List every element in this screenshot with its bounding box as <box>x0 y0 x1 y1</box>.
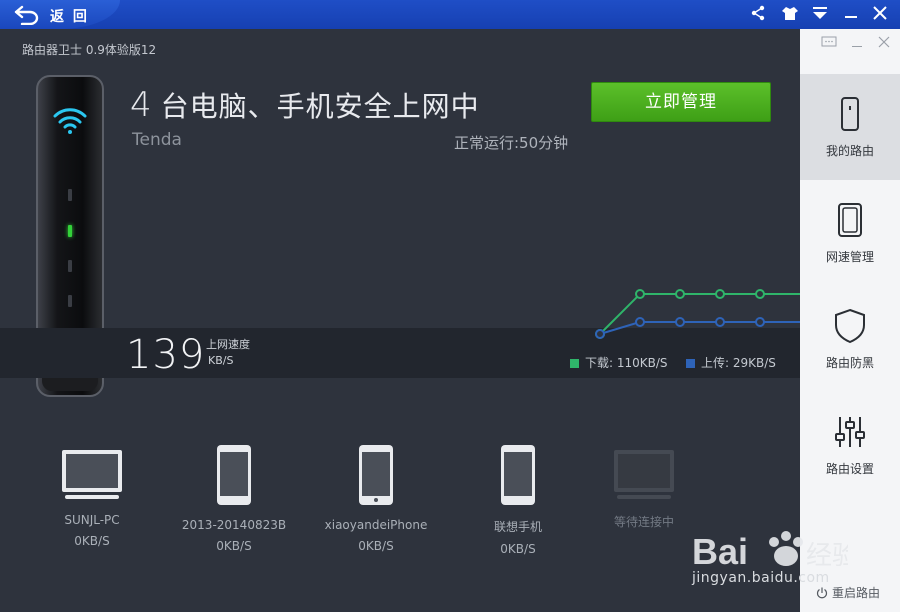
sidebar-minimize-icon[interactable] <box>851 36 863 48</box>
sidebar-item-my-router[interactable]: 我的路由 <box>800 74 900 180</box>
sidebar-item-label: 我的路由 <box>825 144 874 158</box>
device-name: 2013-20140823B <box>181 518 287 532</box>
status-headline: 4 台电脑、手机安全上网中 <box>130 85 480 125</box>
speed-unit: KB/S <box>208 354 234 367</box>
download-swatch <box>570 359 579 368</box>
speed-chart <box>595 289 800 339</box>
speed-label: 上网速度 <box>206 338 250 351</box>
sidebar-item-settings[interactable]: 路由设置 <box>800 392 900 498</box>
manage-now-button[interactable]: 立即管理 <box>591 82 771 122</box>
device-rate: 0KB/S <box>500 542 536 556</box>
chart-series-line <box>599 293 800 335</box>
shirt-icon[interactable] <box>781 4 799 22</box>
device-item[interactable]: 2013-20140823B 0KB/S <box>169 444 299 553</box>
router-led <box>68 189 72 201</box>
download-legend-text: 下载: 110KB/S <box>585 356 668 370</box>
version-label: 路由器卫士 0.9体验版12 <box>22 43 157 57</box>
shield-icon <box>835 308 865 344</box>
download-legend: 下载: 110KB/S <box>570 354 668 371</box>
router-led <box>68 295 72 307</box>
device-item[interactable]: 联想手机 0KB/S <box>453 444 583 556</box>
device-name: SUNJL-PC <box>64 513 120 527</box>
device-item[interactable]: SUNJL-PC 0KB/S <box>27 449 157 548</box>
phone-icon <box>501 445 535 505</box>
back-label: 返 回 <box>50 9 89 25</box>
share-icon[interactable] <box>749 4 767 22</box>
device-list: SUNJL-PC 0KB/S 2013-20140823B 0KB/S xiao… <box>0 439 800 589</box>
svg-text:经验: 经验 <box>806 541 848 571</box>
chart-point <box>635 289 645 299</box>
device-name: xiaoyandeiPhone <box>324 518 428 532</box>
device-item[interactable]: xiaoyandeiPhone 0KB/S <box>311 444 441 553</box>
sidebar-item-security[interactable]: 路由防黑 <box>800 286 900 392</box>
router-icon <box>841 97 859 131</box>
watermark-text: jingyan.baidu.com <box>692 570 830 586</box>
sidebar-item-speed[interactable]: 网速管理 <box>800 180 900 286</box>
chart-series-line <box>599 321 800 335</box>
sidebar-item-label: 路由设置 <box>825 462 874 476</box>
speed-icon <box>838 203 862 237</box>
wifi-icon <box>53 108 87 134</box>
menu-icon[interactable] <box>811 4 829 22</box>
router-led-active <box>68 225 72 237</box>
sidebar-controls <box>800 29 900 73</box>
pc-icon <box>62 450 122 499</box>
speed-value: 139 <box>126 332 206 378</box>
sidebar-close-icon[interactable] <box>878 36 890 48</box>
chart-point <box>635 317 645 327</box>
phone-icon <box>359 445 393 505</box>
device-rate: 0KB/S <box>216 539 252 553</box>
chart-point <box>715 289 725 299</box>
chart-point <box>675 289 685 299</box>
device-rate: 0KB/S <box>74 534 110 548</box>
router-brand: Tenda <box>132 130 182 150</box>
chart-point <box>755 289 765 299</box>
phone-icon <box>217 445 251 505</box>
router-led <box>68 260 72 272</box>
device-count: 4 <box>130 85 153 125</box>
chart-point <box>715 317 725 327</box>
minimize-icon[interactable] <box>842 4 860 22</box>
chart-point <box>755 317 765 327</box>
back-arrow-icon <box>14 5 39 25</box>
device-rate: 0KB/S <box>358 539 394 553</box>
chart-point <box>675 317 685 327</box>
sidebar-item-label: 路由防黑 <box>825 356 874 370</box>
sidebar-item-label: 网速管理 <box>825 250 874 264</box>
upload-legend: 上传: 29KB/S <box>686 354 776 371</box>
upload-legend-text: 上传: 29KB/S <box>701 356 776 370</box>
pc-icon <box>614 450 674 499</box>
main-panel: 路由器卫士 0.9体验版12 4 台电脑、手机安全上网中 Tenda 正常运行:5… <box>0 29 800 612</box>
upload-swatch <box>686 359 695 368</box>
title-bar: 返 回 <box>0 0 900 29</box>
back-button[interactable]: 返 回 <box>0 0 120 29</box>
settings-sliders-icon <box>835 417 865 447</box>
headline-text: 台电脑、手机安全上网中 <box>160 90 480 123</box>
chart-point <box>595 329 605 339</box>
svg-text:Bai: Bai <box>692 531 748 572</box>
feedback-icon[interactable] <box>821 36 837 48</box>
close-icon[interactable] <box>871 4 889 22</box>
device-name: 联想手机 <box>493 520 542 534</box>
uptime-label: 正常运行:50分钟 <box>454 134 569 152</box>
